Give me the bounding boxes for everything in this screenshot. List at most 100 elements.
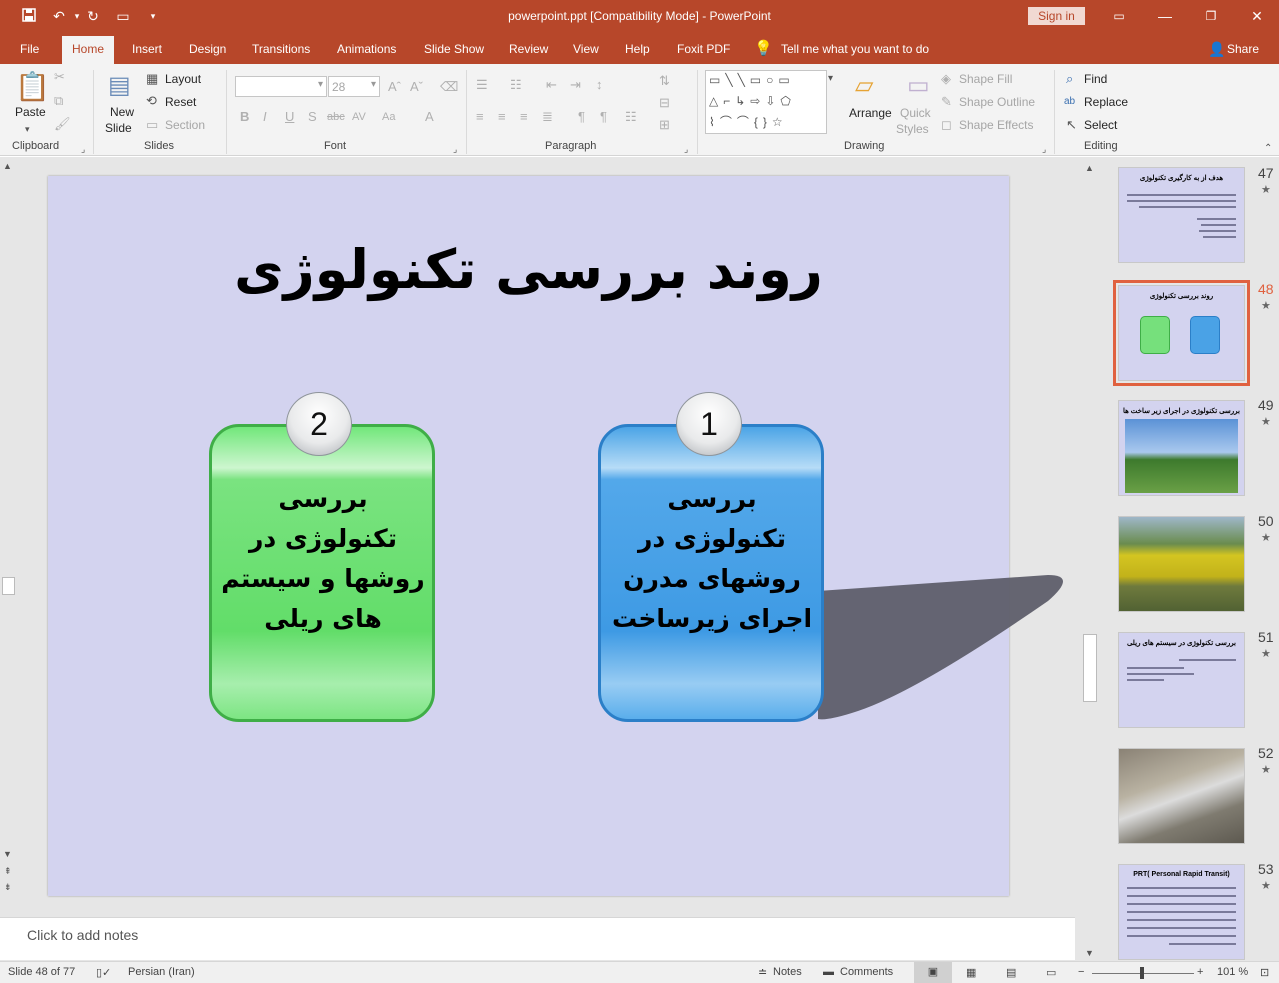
- notes-button[interactable]: Notes: [773, 966, 802, 978]
- replace-button[interactable]: Replace: [1084, 95, 1128, 109]
- font-launcher-icon[interactable]: ⌟: [453, 142, 457, 156]
- shapes-row-1-icon[interactable]: ▭╲╲▭○▭: [709, 73, 795, 87]
- scroll-thumb[interactable]: [2, 577, 15, 595]
- tab-view[interactable]: View: [573, 32, 599, 64]
- layout-button[interactable]: Layout: [165, 72, 201, 86]
- spellcheck-icon[interactable]: ▯✓: [96, 966, 111, 979]
- close-icon[interactable]: ✕: [1234, 0, 1279, 32]
- change-case-icon[interactable]: Aa: [382, 110, 395, 124]
- columns-icon[interactable]: ☷: [625, 110, 637, 124]
- tab-transitions[interactable]: Transitions: [252, 32, 310, 64]
- tab-design[interactable]: Design: [189, 32, 226, 64]
- arrange-button[interactable]: Arrange: [849, 106, 892, 120]
- notes-placeholder[interactable]: Click to add notes: [27, 927, 138, 943]
- clipboard-launcher-icon[interactable]: ⌟: [81, 142, 85, 156]
- justify-icon[interactable]: ≣: [542, 110, 553, 124]
- paste-dropdown-icon[interactable]: ▾: [25, 122, 30, 136]
- save-icon[interactable]: [20, 7, 38, 25]
- thumb-scroll-thumb[interactable]: [1083, 634, 1097, 702]
- tab-foxit-pdf[interactable]: Foxit PDF: [677, 32, 730, 64]
- sign-in-button[interactable]: Sign in: [1028, 7, 1085, 25]
- notes-pane[interactable]: Click to add notes: [0, 917, 1075, 960]
- paste-button[interactable]: Paste: [15, 105, 46, 119]
- shapes-row-2-icon[interactable]: △⌐↳⇨⇩⬠: [709, 94, 796, 108]
- green-card[interactable]: بررسی تکنولوژی در روشها و سیستم های ریلی: [209, 424, 435, 722]
- ribbon-display-icon[interactable]: ▭: [1096, 0, 1142, 32]
- smartart-icon[interactable]: ⊞: [659, 118, 670, 132]
- text-direction-icon[interactable]: ⇅: [659, 74, 670, 88]
- thumbnail-slide[interactable]: [1118, 748, 1245, 844]
- shape-effects-button[interactable]: Shape Effects: [959, 118, 1034, 132]
- increase-font-icon[interactable]: Aˆ: [388, 80, 401, 94]
- scroll-down-icon[interactable]: ▼: [3, 847, 12, 861]
- slide-sorter-icon[interactable]: ▦: [966, 966, 976, 979]
- thumbnail-slide[interactable]: بررسی تکنولوژی در اجرای زیر ساخت ها: [1118, 400, 1245, 496]
- shadow-icon[interactable]: S: [308, 110, 317, 124]
- reading-view-icon[interactable]: ▤: [1006, 966, 1016, 979]
- new-slide-icon[interactable]: ▤: [108, 72, 131, 100]
- zoom-out-icon[interactable]: −: [1078, 966, 1084, 978]
- zoom-level[interactable]: 101 %: [1217, 966, 1248, 978]
- slide-canvas[interactable]: روند بررسی تکنولوژی بررسی تکنولوژی در رو…: [48, 176, 1063, 896]
- paragraph-launcher-icon[interactable]: ⌟: [684, 142, 688, 156]
- select-button[interactable]: Select: [1084, 118, 1117, 132]
- left-scrollbar[interactable]: ▲ ▼ ⇞ ⇟: [0, 157, 17, 917]
- fit-slide-icon[interactable]: ⊡: [1260, 966, 1269, 979]
- shape-fill-button[interactable]: Shape Fill: [959, 72, 1012, 86]
- shapes-row-3-icon[interactable]: ⌇⌒⌒{}☆: [709, 115, 788, 129]
- thumbnail-slide[interactable]: PRT( Personal Rapid Transit): [1118, 864, 1245, 960]
- increase-indent-icon[interactable]: ⇥: [570, 78, 581, 92]
- font-name-combo[interactable]: ▾: [235, 76, 327, 97]
- tab-file[interactable]: File: [20, 32, 39, 64]
- thumbnail-slide[interactable]: [1118, 516, 1245, 612]
- quick-styles-label-2[interactable]: Styles: [896, 122, 929, 136]
- drawing-launcher-icon[interactable]: ⌟: [1042, 142, 1046, 156]
- arrange-icon[interactable]: ▱: [855, 72, 873, 100]
- start-from-beginning-icon[interactable]: ▭: [114, 7, 132, 25]
- restore-icon[interactable]: ❐: [1188, 0, 1234, 32]
- share-button[interactable]: Share: [1227, 32, 1259, 64]
- cut-icon[interactable]: ✂: [54, 70, 65, 84]
- tab-animations[interactable]: Animations: [337, 32, 396, 64]
- clear-formatting-icon[interactable]: ⌫: [440, 80, 458, 94]
- align-right-icon[interactable]: ≡: [520, 110, 528, 124]
- zoom-slider-knob[interactable]: [1140, 967, 1144, 979]
- reset-button[interactable]: Reset: [165, 95, 196, 109]
- collapse-ribbon-icon[interactable]: ⌃: [1264, 142, 1272, 156]
- quick-styles-label-1[interactable]: Quick: [900, 106, 931, 120]
- align-left-icon[interactable]: ≡: [476, 110, 484, 124]
- thumbnail-scrollbar[interactable]: ▲ ▼: [1082, 157, 1098, 961]
- ltr-icon[interactable]: ¶: [600, 110, 607, 124]
- new-slide-label-2[interactable]: Slide: [105, 121, 132, 135]
- new-slide-label-1[interactable]: New: [110, 105, 134, 119]
- minimize-icon[interactable]: —: [1142, 0, 1188, 32]
- strikethrough-icon[interactable]: abc: [327, 110, 345, 124]
- thumbnail-slide[interactable]: بررسی تکنولوژی در سیستم های ریلی: [1118, 632, 1245, 728]
- slide-show-icon[interactable]: ▭: [1046, 966, 1056, 979]
- thumb-scroll-up-icon[interactable]: ▲: [1085, 161, 1094, 175]
- thumbnail-slide-selected[interactable]: روند بررسی تکنولوژی: [1113, 280, 1250, 386]
- previous-slide-icon[interactable]: ⇞: [4, 864, 12, 878]
- shapes-more-icon[interactable]: ▾: [828, 72, 833, 86]
- bullets-icon[interactable]: ☰: [476, 78, 488, 92]
- slide-title[interactable]: روند بررسی تکنولوژی: [48, 238, 1009, 301]
- format-painter-icon[interactable]: 🖌: [54, 117, 71, 131]
- decrease-font-icon[interactable]: Aˇ: [410, 80, 423, 94]
- font-size-combo[interactable]: 28 ▾: [328, 76, 380, 97]
- paste-icon[interactable]: 📋: [15, 72, 50, 102]
- bold-icon[interactable]: B: [240, 110, 249, 124]
- find-button[interactable]: Find: [1084, 72, 1107, 86]
- customize-toolbar-icon[interactable]: ▾: [144, 7, 162, 25]
- line-spacing-icon[interactable]: ↕: [596, 78, 603, 92]
- tab-help[interactable]: Help: [625, 32, 650, 64]
- decrease-indent-icon[interactable]: ⇤: [546, 78, 557, 92]
- comments-button[interactable]: Comments: [840, 966, 893, 978]
- align-center-icon[interactable]: ≡: [498, 110, 506, 124]
- character-spacing-icon[interactable]: AV: [352, 110, 366, 124]
- quick-styles-icon[interactable]: ▭: [907, 72, 930, 100]
- blue-card[interactable]: بررسی تکنولوژی در روشهای مدرن اجرای زیرس…: [598, 424, 824, 722]
- shapes-gallery[interactable]: ▭╲╲▭○▭ △⌐↳⇨⇩⬠ ⌇⌒⌒{}☆: [705, 70, 827, 134]
- tab-review[interactable]: Review: [509, 32, 548, 64]
- align-text-icon[interactable]: ⊟: [659, 96, 670, 110]
- redo-icon[interactable]: ↻: [84, 7, 102, 25]
